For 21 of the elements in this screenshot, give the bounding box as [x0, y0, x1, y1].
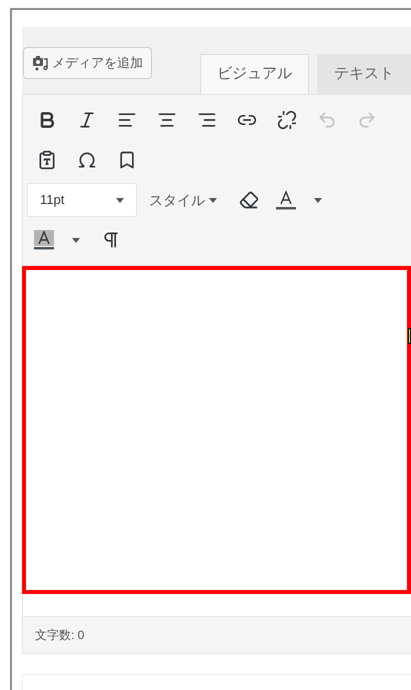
dropdown-arrow-icon — [209, 198, 217, 202]
dropdown-arrow-icon — [116, 198, 124, 202]
text-color-icon — [33, 230, 55, 250]
dropdown-arrow-icon — [314, 198, 322, 202]
dropdown-arrow-icon — [72, 238, 80, 242]
text-color-icon — [275, 190, 297, 210]
redo-icon — [357, 110, 377, 130]
paste-text-icon — [37, 150, 57, 170]
eraser-icon — [239, 190, 259, 210]
content-area[interactable] — [22, 266, 411, 594]
editor-tab[interactable]: ビジュアル — [200, 54, 309, 94]
omega-icon — [77, 150, 97, 170]
add-media-button[interactable]: メディアを追加 — [23, 47, 152, 79]
editor-tab[interactable]: テキスト — [317, 54, 411, 94]
style-dropdown[interactable]: スタイル — [145, 183, 221, 217]
media-icon — [32, 55, 48, 71]
undo-icon — [317, 110, 337, 130]
word-count: 文字数: 0 — [35, 627, 84, 644]
resize-marker-icon — [408, 328, 411, 344]
font-size-select[interactable]: 11pt — [27, 183, 137, 217]
unlink-icon — [277, 110, 297, 130]
